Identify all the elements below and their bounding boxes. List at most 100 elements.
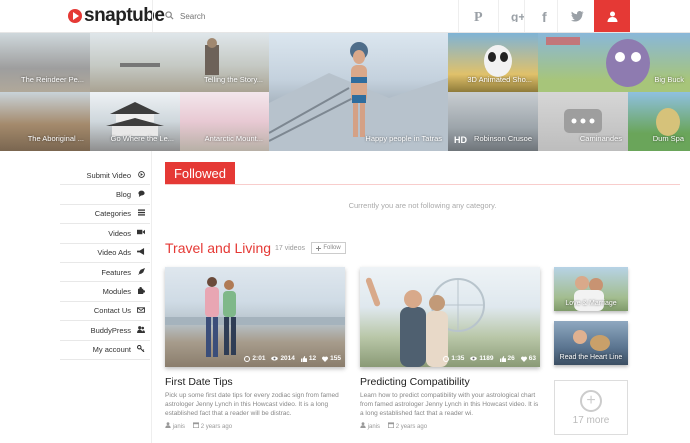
heart-icon <box>322 356 329 362</box>
rocket-icon <box>136 267 146 277</box>
user-button[interactable] <box>594 0 630 32</box>
more-label: 17 more <box>572 414 610 426</box>
video-stats: 1:35 1189 26 63 <box>443 355 536 362</box>
tile-caption: The Reindeer Pe... <box>21 75 84 84</box>
twitter-icon[interactable] <box>557 0 597 32</box>
sidebar-item-videos[interactable]: Videos <box>60 224 150 244</box>
mosaic-tile[interactable]: Caminandes <box>538 92 628 151</box>
video-author[interactable]: janis <box>368 424 380 430</box>
video-camera-icon <box>136 229 146 237</box>
user-small-icon <box>165 422 171 428</box>
mini-video-card[interactable]: Read the Heart Line <box>554 321 628 365</box>
tile-caption: Robinson Crusoe <box>474 134 532 143</box>
sidebar-menu: Submit Video Blog Categories Videos Vide… <box>60 166 150 360</box>
clock-icon <box>244 355 251 362</box>
hearts: 63 <box>520 355 536 362</box>
sidebar-item-features[interactable]: Features <box>60 263 150 283</box>
video-thumbnail[interactable]: 2:01 2014 12 155 <box>165 267 345 367</box>
search-icon[interactable] <box>165 10 174 22</box>
sidebar-item-buddypress[interactable]: BuddyPress <box>60 321 150 341</box>
tile-caption: 3D Animated Sho... <box>467 75 532 84</box>
duration: 1:35 <box>443 355 464 362</box>
heart-icon <box>520 356 527 362</box>
mosaic-tile[interactable]: The Aboriginal ... <box>0 92 90 151</box>
sidebar-item-label: BuddyPress <box>90 325 131 335</box>
video-stats: 2:01 2014 12 155 <box>244 355 341 362</box>
pinterest-icon[interactable]: P <box>458 0 498 32</box>
video-meta: janis 2 years ago <box>360 422 427 430</box>
svg-text:f: f <box>542 10 547 23</box>
sidebar-divider <box>151 151 152 443</box>
video-title[interactable]: First Date Tips <box>165 376 233 388</box>
video-thumbnail[interactable]: 1:35 1189 26 63 <box>360 267 540 367</box>
mosaic-tile[interactable]: Antarctic Mount... <box>180 92 269 151</box>
thumbs-up-icon <box>499 355 506 362</box>
calendar-icon <box>192 422 200 429</box>
mini-card-caption: Read the Heart Line <box>559 354 623 361</box>
video-description: Learn how to predict compatibility with … <box>360 392 539 417</box>
calendar-icon <box>387 422 395 429</box>
video-title[interactable]: Predicting Compatibility <box>360 376 470 388</box>
sidebar-item-submit-video[interactable]: Submit Video <box>60 166 150 186</box>
svg-text:P: P <box>474 10 483 23</box>
tile-caption: Go Where the Le... <box>110 134 174 143</box>
search-bar <box>152 0 458 32</box>
views: 1189 <box>470 355 494 362</box>
sidebar-item-label: Blog <box>115 190 131 200</box>
followed-divider <box>165 184 680 185</box>
plus-circle-icon: + <box>580 389 602 412</box>
mosaic-tile[interactable]: Telling the Story... <box>90 33 269 92</box>
play-circle-icon <box>136 170 146 180</box>
mosaic-tile[interactable]: Dum Spa <box>628 92 690 151</box>
thumbs-up-icon <box>300 355 307 362</box>
sidebar-item-contact-us[interactable]: Contact Us <box>60 302 150 322</box>
key-icon <box>136 345 146 354</box>
tile-caption: Antarctic Mount... <box>204 134 263 143</box>
mini-video-card[interactable]: Love & Marriage <box>554 267 628 311</box>
logo[interactable]: snaptube <box>68 4 165 28</box>
follow-button[interactable]: Follow <box>311 242 346 254</box>
sidebar-item-video-ads[interactable]: Video Ads <box>60 244 150 263</box>
video-author[interactable]: janis <box>173 424 185 430</box>
eye-icon <box>470 356 478 361</box>
mosaic-tile[interactable]: Go Where the Le... <box>90 92 180 151</box>
tile-caption: The Aboriginal ... <box>27 134 84 143</box>
video-count: 17 videos <box>275 245 305 252</box>
mosaic-tile[interactable]: HD Robinson Crusoe <box>448 92 538 151</box>
mosaic-tile[interactable]: 3D Animated Sho... <box>448 33 538 92</box>
video-date: 2 years ago <box>395 424 428 430</box>
users-icon <box>136 325 146 335</box>
sidebar-item-label: Contact Us <box>93 306 131 316</box>
tile-caption: Happy people in Tatras <box>365 134 442 143</box>
mosaic-tile[interactable]: Big Buck <box>538 33 690 92</box>
views: 2014 <box>271 355 295 362</box>
mosaic-featured-tile[interactable]: Happy people in Tatras <box>269 33 448 151</box>
sidebar-item-label: Video Ads <box>97 248 131 258</box>
svg-text:g+: g+ <box>511 10 525 22</box>
empty-followed-message: Currently you are not following any cate… <box>348 201 497 210</box>
sidebar-item-modules[interactable]: Modules <box>60 282 150 302</box>
megaphone-icon <box>136 248 146 257</box>
video-meta: janis 2 years ago <box>165 422 232 430</box>
list-icon <box>136 209 146 218</box>
sidebar-item-my-account[interactable]: My account <box>60 341 150 360</box>
user-icon <box>607 11 617 22</box>
more-videos-button[interactable]: + 17 more <box>554 380 628 435</box>
search-input[interactable] <box>180 11 440 21</box>
tile-caption: Telling the Story... <box>203 75 263 84</box>
hd-badge: HD <box>454 135 467 145</box>
puzzle-icon <box>136 287 146 296</box>
sidebar-item-blog[interactable]: Blog <box>60 185 150 205</box>
tile-caption: Caminandes <box>579 134 622 143</box>
sidebar-item-categories[interactable]: Categories <box>60 205 150 225</box>
mosaic-tile[interactable]: The Reindeer Pe... <box>0 33 90 92</box>
featured-mosaic: The Reindeer Pe... Telling the Story... … <box>0 33 690 151</box>
duration: 2:01 <box>244 355 265 362</box>
clock-icon <box>443 355 450 362</box>
sidebar-item-label: My account <box>92 345 131 355</box>
followed-heading: Followed <box>165 162 235 184</box>
category-title[interactable]: Travel and Living <box>165 240 271 256</box>
mini-card-caption: Love & Marriage <box>565 300 617 307</box>
envelope-icon <box>136 307 146 315</box>
play-logo-icon <box>68 9 82 23</box>
